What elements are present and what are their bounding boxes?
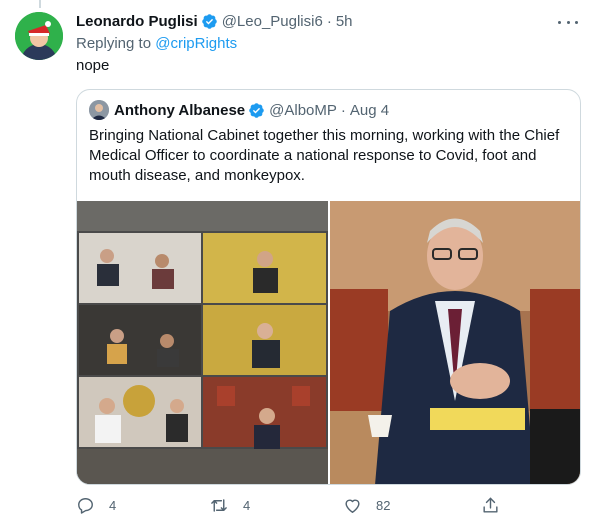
author-name[interactable]: Leonardo Puglisi	[76, 13, 198, 30]
thread-connector-line	[39, 0, 41, 8]
reply-icon	[76, 496, 95, 515]
quoted-tweet-date: Aug 4	[349, 101, 390, 119]
tweet-header: Leonardo Puglisi @Leo_Puglisi6 · 5h	[76, 10, 584, 32]
media-photo-video-conference[interactable]	[77, 201, 328, 484]
retweet-count: 4	[243, 498, 251, 513]
quoted-media[interactable]	[77, 201, 580, 484]
avatar[interactable]	[15, 12, 63, 60]
quoted-author-name: Anthony Albanese	[114, 101, 246, 119]
verified-badge-icon	[248, 102, 265, 119]
share-button[interactable]	[481, 496, 500, 515]
tweet[interactable]: Leonardo Puglisi @Leo_Puglisi6 · 5h Repl…	[76, 10, 584, 79]
heart-icon	[343, 496, 362, 515]
reply-button[interactable]: 4	[76, 496, 116, 515]
tweet-timestamp[interactable]: 5h	[336, 13, 353, 30]
verified-badge-icon	[201, 13, 218, 30]
quoted-tweet[interactable]: Anthony Albanese @AlboMP · Aug 4 Bringin…	[76, 89, 581, 485]
share-icon	[481, 496, 500, 515]
quoted-author-handle: @AlboMP	[269, 101, 337, 119]
tweet-text: nope	[76, 57, 110, 74]
replying-prefix: Replying to	[76, 35, 152, 52]
replying-to: Replying to @cripRights	[76, 35, 584, 55]
author-handle[interactable]: @Leo_Puglisi6	[222, 13, 323, 30]
retweet-button[interactable]: 4	[209, 496, 250, 515]
tweet-actions: 4 4 82	[76, 496, 506, 520]
like-button[interactable]: 82	[343, 496, 390, 515]
reply-count: 4	[109, 498, 117, 513]
separator-dot: ·	[326, 12, 332, 30]
media-photo-portrait[interactable]	[330, 201, 580, 484]
more-icon[interactable]	[558, 14, 578, 30]
separator-dot: ·	[340, 101, 346, 119]
quoted-avatar	[89, 100, 109, 120]
avatar-image	[15, 12, 63, 60]
replying-to-link[interactable]: @cripRights	[155, 35, 237, 52]
quoted-tweet-header: Anthony Albanese @AlboMP · Aug 4	[89, 100, 389, 120]
retweet-icon	[209, 496, 229, 515]
quoted-tweet-text: Bringing National Cabinet together this …	[89, 127, 560, 184]
like-count: 82	[376, 498, 391, 513]
